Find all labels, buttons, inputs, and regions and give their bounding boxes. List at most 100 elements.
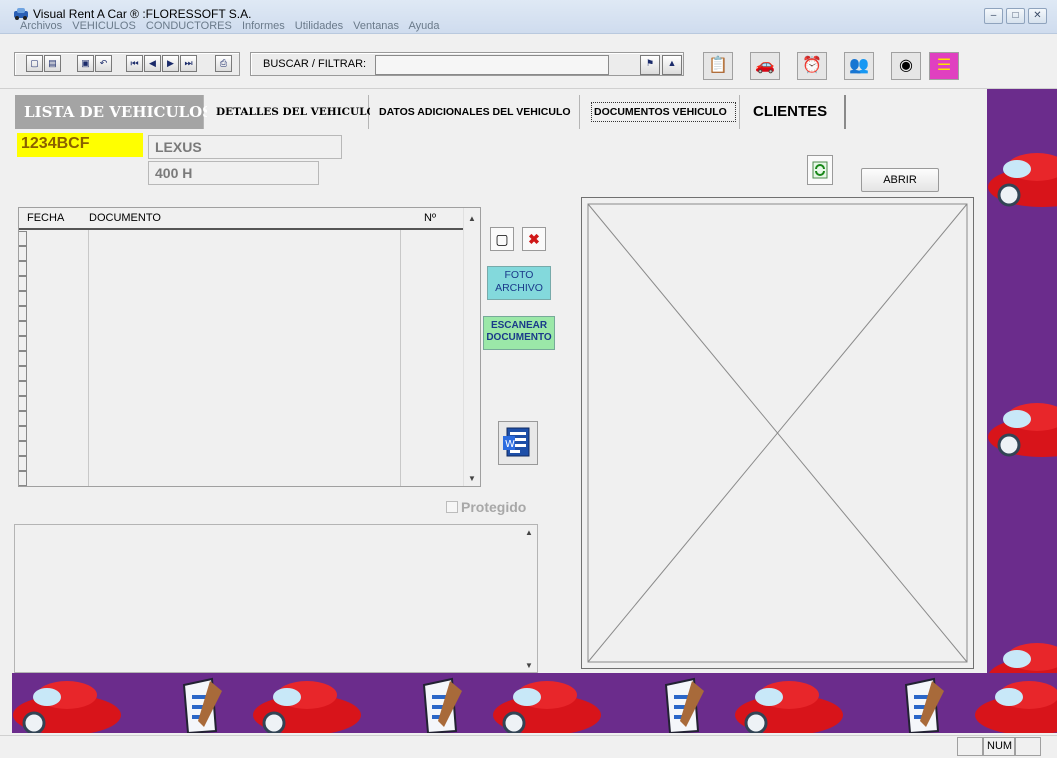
column-fecha[interactable]: FECHA bbox=[27, 212, 64, 224]
refresh-icon bbox=[812, 161, 828, 179]
prev-record-icon[interactable]: ◀ bbox=[144, 55, 161, 72]
grid-row-stub bbox=[19, 321, 27, 336]
minimize-button[interactable]: – bbox=[984, 8, 1003, 24]
search-input[interactable] bbox=[375, 55, 609, 75]
foto-archivo-label-1: FOTO bbox=[504, 269, 534, 281]
decorative-panel-right bbox=[987, 89, 1057, 673]
maximize-button[interactable]: □ bbox=[1006, 8, 1025, 24]
tab-lista-vehiculos[interactable]: LISTA DE VEHICULOS bbox=[15, 95, 213, 129]
clear-filter-icon[interactable]: ▲ bbox=[662, 55, 682, 75]
menu-informes[interactable]: Informes bbox=[242, 20, 285, 32]
grid-row-stub bbox=[19, 306, 27, 321]
last-record-icon[interactable]: ⏭ bbox=[180, 55, 197, 72]
save-icon[interactable]: ▣ bbox=[77, 55, 94, 72]
status-cell-scroll bbox=[1015, 737, 1041, 756]
grid-scrollbar[interactable] bbox=[464, 208, 480, 486]
first-record-icon[interactable]: ⏮ bbox=[126, 55, 143, 72]
grid-row-stub bbox=[19, 456, 27, 471]
car-decoration-icon bbox=[13, 681, 121, 733]
word-document-button[interactable]: W bbox=[498, 421, 538, 465]
flag-icon[interactable]: ☰ bbox=[929, 52, 959, 80]
document-image-viewer bbox=[581, 197, 974, 669]
grid-row-stub bbox=[19, 366, 27, 381]
status-bar bbox=[0, 735, 1057, 758]
car-decoration-icon bbox=[989, 643, 1057, 673]
new-document-button[interactable]: ▢ bbox=[490, 227, 514, 251]
grid-header: FECHA DOCUMENTO Nº bbox=[19, 208, 464, 230]
document-decoration-icon bbox=[904, 677, 944, 733]
escanear-label-2: DOCUMENTO bbox=[486, 332, 552, 343]
grid-column-divider bbox=[88, 230, 89, 486]
car-decoration-icon bbox=[493, 681, 601, 733]
column-numero[interactable]: Nº bbox=[424, 212, 436, 224]
delete-icon: ✖ bbox=[528, 231, 540, 247]
grid-row-stub bbox=[19, 411, 27, 426]
grid-row-stub bbox=[19, 441, 27, 456]
document-decoration-icon bbox=[182, 677, 222, 733]
image-placeholder-icon bbox=[587, 203, 968, 663]
status-num: NUM bbox=[983, 737, 1015, 756]
refresh-button[interactable] bbox=[807, 155, 833, 185]
scroll-up-icon[interactable]: ▲ bbox=[464, 214, 480, 223]
brand-field: LEXUS bbox=[148, 135, 342, 159]
document-decoration-icon bbox=[422, 677, 462, 733]
tab-clientes[interactable]: CLIENTES bbox=[744, 95, 846, 129]
tab-documentos-vehiculo[interactable]: DOCUMENTOS VEHICULO bbox=[588, 95, 740, 129]
menu-conductores[interactable]: CONDUCTORES bbox=[146, 20, 232, 32]
decorative-panel-bottom bbox=[12, 673, 1057, 733]
car-decoration-icon bbox=[975, 681, 1057, 733]
escanear-documento-button[interactable]: ESCANEAR DOCUMENTO bbox=[483, 316, 555, 350]
clock-icon[interactable]: ⏰ bbox=[797, 52, 827, 80]
filter-icon[interactable]: ⚑ bbox=[640, 55, 660, 75]
chart-icon[interactable]: ◉ bbox=[891, 52, 921, 80]
svg-text:W: W bbox=[505, 439, 515, 450]
menu-ayuda[interactable]: Ayuda bbox=[409, 20, 440, 32]
grid-row-stub bbox=[19, 336, 27, 351]
tab-documentos-label: DOCUMENTOS VEHICULO bbox=[591, 102, 736, 122]
grid-row-stub bbox=[19, 231, 27, 246]
car-decoration-icon bbox=[988, 153, 1057, 207]
menu-utilidades[interactable]: Utilidades bbox=[295, 20, 343, 32]
next-record-icon[interactable]: ▶ bbox=[162, 55, 179, 72]
menu-vehiculos[interactable]: VEHICULOS bbox=[72, 20, 136, 32]
protegido-checkbox[interactable]: Protegido bbox=[446, 499, 526, 515]
column-documento[interactable]: DOCUMENTO bbox=[89, 212, 161, 224]
preview-icon[interactable]: ▤ bbox=[44, 55, 61, 72]
menu-archivos[interactable]: Archivos bbox=[20, 20, 62, 32]
search-label: BUSCAR / FILTRAR: bbox=[263, 58, 367, 70]
people-icon[interactable]: 👥 bbox=[844, 52, 874, 80]
car-decoration-icon bbox=[253, 681, 361, 733]
memo-scroll-up-icon[interactable]: ▲ bbox=[521, 528, 537, 537]
grid-row-stub bbox=[19, 276, 27, 291]
new-icon[interactable]: ▢ bbox=[26, 55, 43, 72]
foto-archivo-button[interactable]: FOTO ARCHIVO bbox=[487, 266, 551, 300]
tab-datos-adicionales[interactable]: DATOS ADICIONALES DEL VEHICULO bbox=[370, 95, 580, 129]
memo-scroll-down-icon[interactable]: ▼ bbox=[521, 661, 537, 670]
grid-row-stub bbox=[19, 381, 27, 396]
word-document-icon: W bbox=[503, 427, 530, 457]
grid-row-stub bbox=[19, 246, 27, 261]
grid-row-stub bbox=[19, 396, 27, 411]
tab-detalles-vehiculo[interactable]: DETALLES DEL VEHICULO bbox=[207, 95, 376, 129]
grid-row-stub bbox=[19, 261, 27, 276]
car-icon[interactable]: 🚗 bbox=[750, 52, 780, 80]
scroll-down-icon[interactable]: ▼ bbox=[464, 474, 480, 483]
delete-document-button[interactable]: ✖ bbox=[522, 227, 546, 251]
protegido-label: Protegido bbox=[461, 499, 527, 515]
protegido-box[interactable] bbox=[446, 501, 458, 513]
car-decoration-icon bbox=[735, 681, 843, 733]
foto-archivo-label-2: ARCHIVO bbox=[495, 282, 543, 294]
escanear-label-1: ESCANEAR bbox=[490, 320, 548, 331]
menu-ventanas[interactable]: Ventanas bbox=[353, 20, 399, 32]
calendar-list-icon[interactable]: 📋 bbox=[703, 52, 733, 80]
abrir-button[interactable]: ABRIR bbox=[861, 168, 939, 192]
document-decoration-icon bbox=[664, 677, 704, 733]
plate-field: 1234BCF bbox=[17, 133, 143, 157]
close-button[interactable]: ✕ bbox=[1028, 8, 1047, 24]
print-icon[interactable]: ⎙ bbox=[215, 55, 232, 72]
undo-icon[interactable]: ↶ bbox=[95, 55, 112, 72]
grid-column-divider bbox=[400, 230, 401, 486]
grid-row-stub bbox=[19, 426, 27, 441]
notes-memo[interactable] bbox=[14, 524, 538, 673]
grid-row-stub bbox=[19, 471, 27, 486]
